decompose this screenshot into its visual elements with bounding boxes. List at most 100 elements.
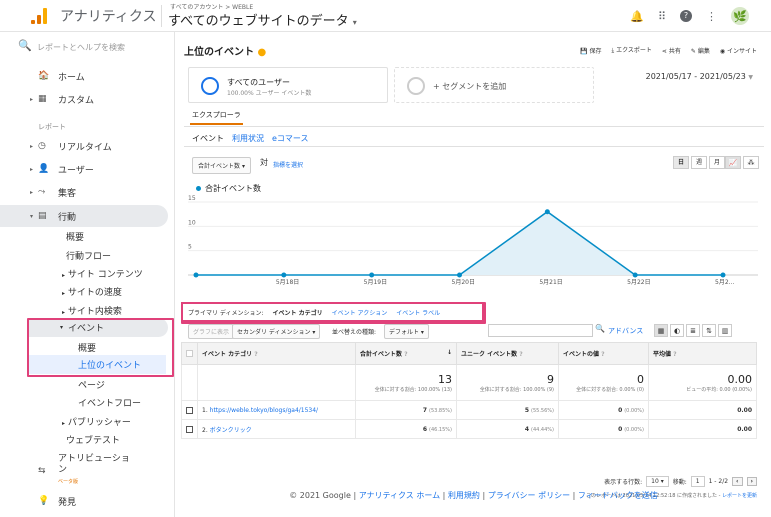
sidebar-item-acquisition[interactable]: ▸ ⤳ 集客: [0, 181, 168, 203]
dashboard-icon: ▦: [38, 94, 47, 104]
search-icon[interactable]: 🔍: [595, 324, 605, 333]
sidebar-item-discover[interactable]: 💡 発見: [0, 490, 168, 512]
goto-page-input[interactable]: 1: [690, 476, 705, 487]
sidebar-item-label: カスタム: [58, 95, 95, 106]
col-avg-value[interactable]: 平均値 ?: [648, 342, 757, 365]
sidebar-sub-experiments[interactable]: ウェブテスト: [66, 433, 120, 446]
select-all-checkbox[interactable]: [186, 350, 193, 357]
sidebar-item-users[interactable]: ▸ 👤 ユーザー: [0, 158, 168, 180]
apps-grid-icon[interactable]: ⠿: [658, 10, 666, 23]
sidebar-sub-site-search[interactable]: ▸ サイト内検索: [62, 304, 122, 317]
sidebar-item-behavior[interactable]: ▾ ▤ 行動: [0, 205, 168, 227]
help-icon[interactable]: ?: [680, 10, 692, 22]
col-unique-events[interactable]: ユニーク イベント数 ?: [456, 342, 559, 365]
pivot-view-icon[interactable]: ▥: [718, 324, 732, 337]
row-value: 0: [618, 406, 623, 414]
row-unique: 4: [524, 425, 530, 433]
pie-view-icon[interactable]: ◐: [670, 324, 684, 337]
subtab-events[interactable]: イベント: [192, 133, 224, 144]
search-input[interactable]: レポートとヘルプを検索: [37, 42, 125, 53]
chevron-right-icon: ▸: [30, 188, 34, 196]
metric-selector[interactable]: 合計イベント数 ▾: [192, 157, 251, 174]
sidebar-item-realtime[interactable]: ▸ ◷ リアルタイム: [0, 135, 168, 157]
granularity-month-button[interactable]: 月: [709, 156, 725, 169]
avatar[interactable]: 🌿: [731, 7, 749, 25]
page-title: 上位のイベント ●: [184, 43, 266, 58]
table-search-input[interactable]: [488, 324, 593, 337]
col-event-category[interactable]: イベント カテゴリ ?: [197, 342, 356, 365]
footer-feedback-link[interactable]: フィードバックを送信: [578, 491, 658, 500]
sidebar-item-attribution[interactable]: ⇆ アトリビューション ベータ版: [0, 454, 168, 486]
value-cell: 0 (0.00%): [558, 400, 649, 420]
sidebar-sub-behavior-flow[interactable]: 行動フロー: [66, 249, 111, 262]
sidebar-sub-overview[interactable]: 概要: [66, 230, 84, 243]
footer-privacy-link[interactable]: プライバシー ポリシー: [488, 491, 570, 500]
sidebar-item-label: パブリッシャー: [67, 418, 131, 428]
sidebar-sub-site-content[interactable]: ▸ サイト コンテンツ: [62, 267, 143, 280]
granularity-week-button[interactable]: 週: [691, 156, 707, 169]
comparison-view-icon[interactable]: ⇅: [702, 324, 716, 337]
vs-label: 対: [260, 158, 268, 167]
row-category-link[interactable]: ボタンクリック: [210, 427, 252, 434]
more-vert-icon[interactable]: ⋮: [706, 10, 717, 23]
prev-page-button[interactable]: ‹: [732, 477, 743, 486]
add-segment-button[interactable]: + セグメントを追加: [394, 67, 594, 103]
subtab-ecommerce[interactable]: eコマース: [272, 133, 309, 144]
bell-icon[interactable]: 🔔: [630, 10, 644, 23]
edit-button[interactable]: ✎ 編集: [691, 46, 710, 55]
category-cell: 2. ボタンクリック: [197, 419, 356, 439]
col-total-events[interactable]: 合計イベント数 ? ↓: [355, 342, 457, 365]
footer-home-link[interactable]: アナリティクス ホーム: [359, 491, 440, 500]
property-selector[interactable]: すべてのウェブサイトのデータ ▾: [168, 10, 357, 29]
chevron-down-icon: ▾: [352, 18, 357, 27]
search-icon[interactable]: 🔍: [18, 39, 32, 52]
chevron-right-icon: ▸: [62, 290, 66, 297]
motion-chart-icon[interactable]: ⁂: [743, 156, 759, 169]
share-button[interactable]: ⋖ 共有: [662, 46, 681, 55]
pick-metric-link[interactable]: 指標を選択: [273, 160, 303, 169]
next-page-button[interactable]: ›: [746, 477, 757, 486]
date-range-picker[interactable]: 2021/05/17 - 2021/05/23 ▼: [646, 72, 753, 81]
sidebar-sub-pages[interactable]: ページ: [78, 378, 105, 391]
clock-icon: ◷: [38, 141, 46, 151]
export-button[interactable]: ⤓ エクスポート: [612, 45, 652, 55]
sidebar-sub-event-flow[interactable]: イベントフロー: [78, 396, 141, 409]
sort-type-select[interactable]: デフォルト ▾: [384, 324, 429, 339]
secondary-dimension-select[interactable]: セカンダリ ディメンション ▾: [232, 324, 321, 339]
sidebar-sub-site-speed[interactable]: ▸ サイトの速度: [62, 285, 122, 298]
report-toolbar: 💾 保存 ⤓ エクスポート ⋖ 共有 ✎ 編集 ◉ インサイト: [580, 45, 757, 55]
granularity-day-button[interactable]: 日: [673, 156, 689, 169]
top-icons: 🔔 ⠿ ? ⋮ 🌿: [630, 7, 749, 25]
save-button[interactable]: 💾 保存: [580, 46, 601, 55]
segment-all-users[interactable]: すべてのユーザー 100.00% ユーザー イベント数: [188, 67, 388, 103]
separator: |: [442, 491, 446, 500]
x-tick-label: 5月19日: [364, 279, 387, 286]
row-category-link[interactable]: https://weble.tokyo/blogs/ga4/1534/: [210, 407, 318, 414]
footer-terms-link[interactable]: 利用規約: [448, 491, 480, 500]
row-checkbox[interactable]: [186, 406, 193, 414]
insights-label: インサイト: [726, 47, 757, 55]
granularity-toggle: 日 週 月: [673, 156, 725, 169]
performance-view-icon[interactable]: ≣: [686, 324, 700, 337]
subtab-usage[interactable]: 利用状況: [232, 133, 264, 144]
data-point: [632, 272, 638, 278]
insights-button[interactable]: ◉ インサイト: [720, 46, 757, 55]
row-checkbox[interactable]: [186, 425, 193, 433]
total-events-total: 13 全体に対する割合: 100.00% (13): [355, 364, 457, 401]
chart-legend: 合計イベント数: [196, 183, 261, 194]
series-line: [196, 210, 723, 276]
sidebar-item-custom[interactable]: ▸ ▦ カスタム: [0, 88, 168, 110]
total-cell: 7 (53.85%): [355, 400, 457, 420]
series-area: [196, 211, 723, 275]
x-tick-label: 5月20日: [452, 279, 475, 286]
plot-rows-button[interactable]: グラフに表示: [188, 324, 235, 339]
tab-explorer[interactable]: エクスプローラ: [190, 110, 243, 125]
table-view-icon[interactable]: ▦: [654, 324, 668, 337]
col-event-value[interactable]: イベントの値 ?: [558, 342, 649, 365]
rows-per-page-select[interactable]: 10 ▾: [646, 476, 669, 487]
analytics-logo-icon[interactable]: [31, 8, 47, 24]
sidebar-item-home[interactable]: 🏠 ホーム: [0, 65, 168, 87]
line-chart-icon[interactable]: 📈: [725, 156, 741, 169]
sidebar-sub-publisher[interactable]: ▸ パブリッシャー: [62, 415, 131, 428]
advanced-filter-link[interactable]: アドバンス: [608, 326, 643, 336]
